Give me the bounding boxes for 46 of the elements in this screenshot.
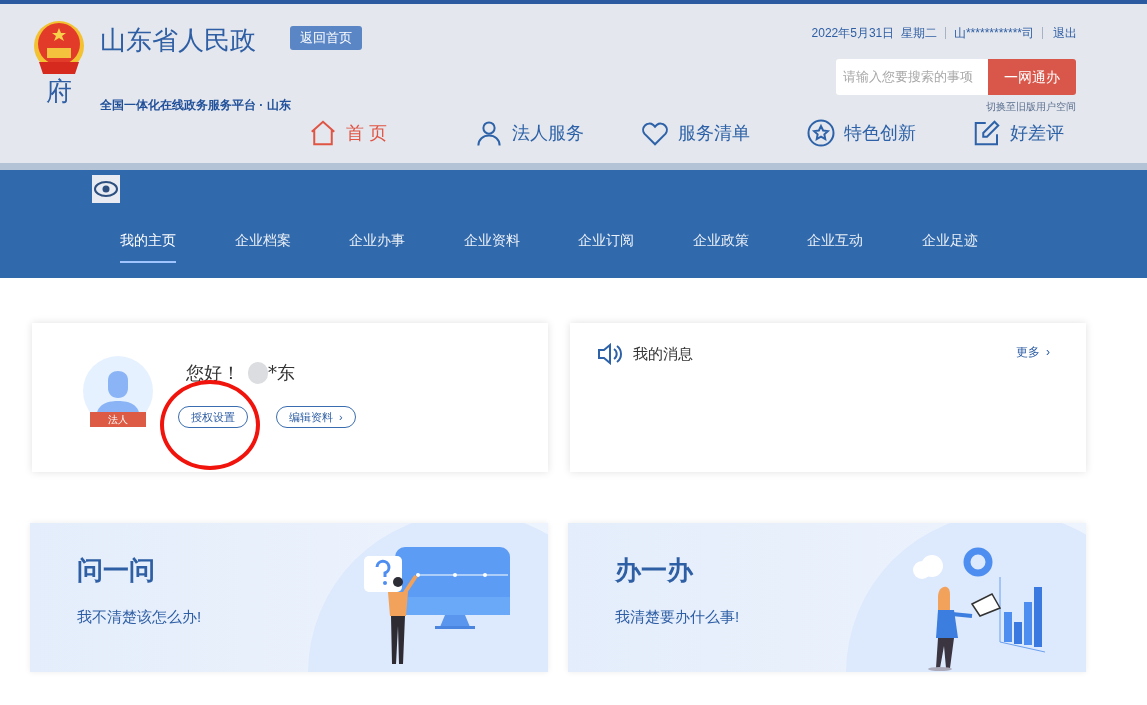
sub-nav-tab[interactable]: 企业政策 [692,228,807,268]
main-nav-item[interactable]: 首 页 [308,116,474,150]
sub-nav-tab[interactable]: 企业互动 [807,228,922,268]
banner-card[interactable]: 问一问 我不清楚该怎么办! [30,523,548,672]
edit-icon [972,118,1002,148]
sub-nav-tab[interactable]: 企业资料 [463,228,578,268]
greeting-text: 您好！ [186,361,240,385]
main-nav-item[interactable]: 特色创新 [806,116,972,150]
switch-version-link[interactable]: 切换至旧版用户空间 [986,99,1076,114]
main-nav-item[interactable]: 法人服务 [474,116,640,150]
search-field[interactable]: 请输入您要搜索的事项 [836,59,988,95]
user-name: 山************司 [953,25,1034,42]
messages-title: 我的消息 [633,344,693,364]
sub-nav-tab[interactable]: 我的主页 [120,228,235,268]
sub-nav-tab[interactable]: 企业办事 [349,228,464,268]
banner-title: 问一问 [77,554,156,587]
banner-card[interactable]: 办一办 我清楚要办什么事! [568,523,1086,672]
legal-person-badge: 法人 [90,412,146,427]
redaction-blur [248,361,268,384]
sub-nav-tab[interactable]: 企业订阅 [578,228,693,268]
site-title: 山东省人民政 [100,24,256,57]
banner-title: 办一办 [615,554,694,587]
eye-icon[interactable] [92,175,120,203]
sub-nav-tab[interactable]: 企业足迹 [921,228,1036,268]
search-button[interactable]: 一网通办 [988,59,1076,95]
user-name: *东 [268,361,295,385]
person-icon [474,118,504,148]
main-nav-item[interactable]: 好差评 [972,116,1138,150]
speaker-icon [597,343,623,365]
banner-subtitle: 我清楚要办什么事! [615,607,740,627]
sub-nav-tab[interactable]: 企业档案 [234,228,349,268]
banner-subtitle: 我不清楚该怎么办! [77,607,202,627]
more-link[interactable]: 更多 › [1016,343,1050,361]
emblem-character: 府 [46,76,72,106]
logout-link[interactable]: 退出 [1053,24,1077,42]
ring-icon [963,547,993,577]
main-nav-item[interactable]: 服务清单 [640,116,806,150]
site-subtitle: 全国一体化在线政务服务平台 · 山东 [100,97,292,114]
chart-bar [1004,612,1012,642]
home-button[interactable]: 返回首页 [290,26,362,50]
chart-bar [1034,587,1042,647]
chart-bar [1014,622,1022,644]
chart-bar [1024,602,1032,645]
emblem-icon [31,20,87,76]
cloud-icon [913,555,943,579]
date-text: 2022年5月31日 星期二 [811,25,937,42]
